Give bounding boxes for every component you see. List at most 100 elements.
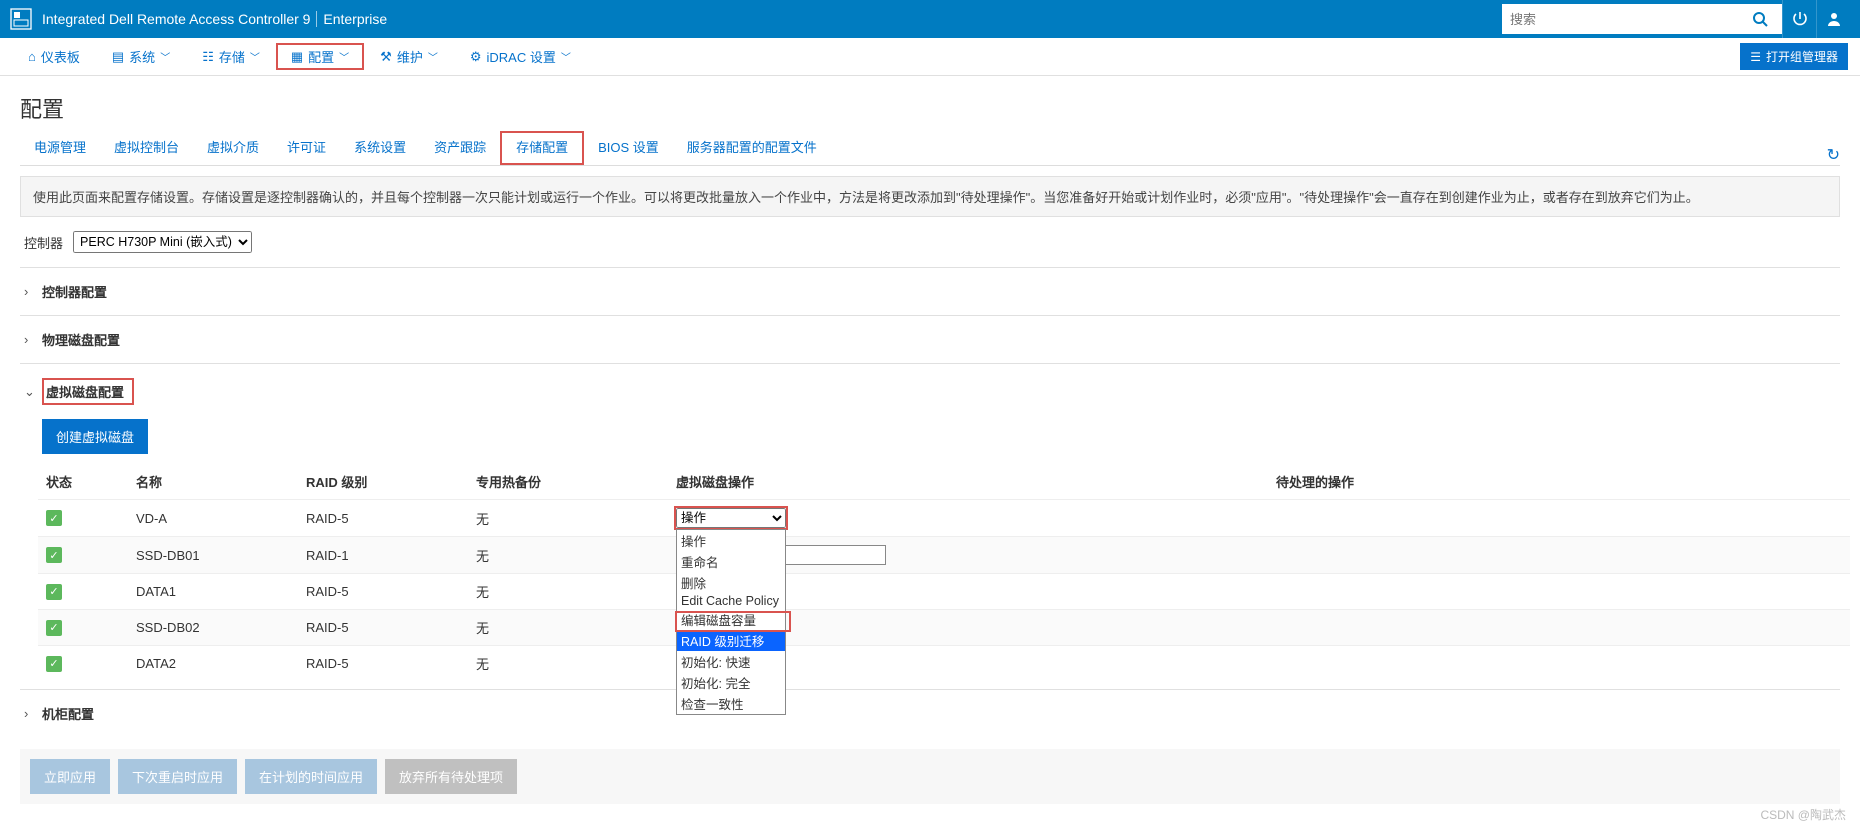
section-title: 控制器配置 (42, 282, 107, 301)
chevron-right-icon: › (24, 706, 42, 721)
vd-spare: 无 (476, 509, 676, 528)
apply-now-button[interactable]: 立即应用 (30, 759, 110, 794)
content: 配置 电源管理 虚拟控制台 虚拟介质 许可证 系统设置 资产跟踪 存储配置 BI… (0, 76, 1860, 824)
dd-item-init-fast[interactable]: 初始化: 快速 (677, 651, 785, 672)
table-row: ✓ DATA2 RAID-5 无 (38, 645, 1850, 681)
app-title-main: Integrated Dell Remote Access Controller… (42, 11, 310, 27)
dd-item-edit-cap[interactable]: 编辑磁盘容量 (677, 609, 785, 630)
nav-dashboard[interactable]: ⌂仪表板 (12, 38, 96, 76)
dd-item-edit-cache[interactable]: Edit Cache Policy (677, 593, 785, 609)
highlight-box: ▦配置﹀ (276, 43, 364, 70)
table-row: ✓ DATA1 RAID-5 无 (38, 573, 1850, 609)
section-header-phys[interactable]: › 物理磁盘配置 (24, 324, 1836, 355)
table-row: ✓ SSD-DB02 RAID-5 无 (38, 609, 1850, 645)
config-icon: ▦ (291, 49, 303, 65)
col-status: 状态 (46, 472, 136, 491)
op-select-wrap: 操作 操作 重命名 删除 Edit Cache Policy 编辑磁盘容量 RA… (676, 508, 786, 528)
tab-profile[interactable]: 服务器配置的配置文件 (673, 131, 831, 165)
vd-name: SSD-DB01 (136, 548, 306, 563)
section-enclosure: › 机柜配置 (20, 689, 1840, 737)
status-ok-icon: ✓ (46, 620, 62, 636)
section-title: 机柜配置 (42, 704, 94, 723)
chevron-down-icon: ﹀ (160, 49, 170, 64)
status-ok-icon: ✓ (46, 510, 62, 526)
vd-raid: RAID-5 (306, 511, 476, 526)
tab-license[interactable]: 许可证 (273, 131, 340, 165)
app-title: Integrated Dell Remote Access Controller… (42, 11, 387, 27)
tab-storage[interactable]: 存储配置 (500, 131, 584, 165)
chevron-right-icon: › (24, 332, 42, 347)
vd-spare: 无 (476, 654, 676, 673)
tab-bios[interactable]: BIOS 设置 (584, 131, 673, 165)
apply-sched-button[interactable]: 在计划的时间应用 (245, 759, 377, 794)
nav-storage[interactable]: ☷存储﹀ (186, 38, 276, 76)
section-header-controller[interactable]: › 控制器配置 (24, 276, 1836, 307)
vd-name: SSD-DB02 (136, 620, 306, 635)
status-ok-icon: ✓ (46, 656, 62, 672)
section-phys-disk: › 物理磁盘配置 (20, 315, 1840, 363)
section-header-enclosure[interactable]: › 机柜配置 (24, 698, 1836, 729)
top-bar: Integrated Dell Remote Access Controller… (0, 0, 1860, 38)
vd-raid: RAID-5 (306, 584, 476, 599)
tab-asset[interactable]: 资产跟踪 (420, 131, 500, 165)
search-button[interactable] (1752, 11, 1782, 27)
controller-select[interactable]: PERC H730P Mini (嵌入式) (73, 231, 252, 253)
vd-name: VD-A (136, 511, 306, 526)
user-icon[interactable] (1816, 0, 1850, 38)
app-edition: Enterprise (316, 11, 387, 27)
refresh-icon[interactable]: ↻ (1827, 145, 1840, 165)
info-box: 使用此页面来配置存储设置。存储设置是逐控制器确认的，并且每个控制器一次只能计划或… (20, 176, 1840, 217)
dd-item-init-full[interactable]: 初始化: 完全 (677, 672, 785, 693)
search-input[interactable] (1502, 4, 1752, 34)
chevron-down-icon: ⌄ (24, 384, 42, 400)
discard-button[interactable]: 放弃所有待处理项 (385, 759, 517, 794)
col-pending: 待处理的操作 (1276, 472, 1566, 491)
table-row: ✓ SSD-DB01 RAID-1 无 (38, 536, 1850, 573)
col-op: 虚拟磁盘操作 (676, 472, 1276, 491)
group-icon: ☰ (1750, 50, 1761, 64)
power-icon[interactable] (1782, 0, 1816, 38)
create-vd-button[interactable]: 创建虚拟磁盘 (42, 419, 148, 454)
vd-spare: 无 (476, 546, 676, 565)
vd-raid: RAID-5 (306, 620, 476, 635)
nav-maintain[interactable]: ⚒维护﹀ (364, 38, 454, 76)
home-icon: ⌂ (28, 49, 36, 64)
chevron-down-icon: ﹀ (428, 49, 438, 64)
disk-icon: ☷ (202, 49, 214, 65)
dd-item-raid-migrate[interactable]: RAID 级别迁移 (677, 630, 785, 651)
dd-item-check[interactable]: 检查一致性 (677, 693, 785, 714)
col-name: 名称 (136, 472, 306, 491)
section-header-virt[interactable]: ⌄ 虚拟磁盘配置 (24, 372, 1836, 411)
open-group-manager-button[interactable]: ☰打开组管理器 (1740, 43, 1848, 70)
controller-selector-row: 控制器 PERC H730P Mini (嵌入式) (24, 231, 1836, 253)
vd-op-select[interactable]: 操作 (676, 508, 786, 528)
vd-raid: RAID-5 (306, 656, 476, 671)
tab-vmedia[interactable]: 虚拟介质 (193, 131, 273, 165)
footer-bar: 立即应用 下次重启时应用 在计划的时间应用 放弃所有待处理项 (20, 749, 1840, 804)
nav-configure[interactable]: ▦配置﹀ (281, 47, 359, 66)
dd-item-delete[interactable]: 删除 (677, 572, 785, 593)
apply-reboot-button[interactable]: 下次重启时应用 (118, 759, 237, 794)
page-title: 配置 (20, 92, 1840, 124)
status-ok-icon: ✓ (46, 584, 62, 600)
op-dropdown: 操作 重命名 删除 Edit Cache Policy 编辑磁盘容量 RAID … (676, 529, 786, 715)
section-title: 虚拟磁盘配置 (46, 385, 124, 400)
section-virt-disk: ⌄ 虚拟磁盘配置 创建虚拟磁盘 状态 名称 RAID 级别 专用热备份 虚拟磁盘… (20, 363, 1840, 689)
col-spare: 专用热备份 (476, 472, 676, 491)
controller-label: 控制器 (24, 233, 63, 252)
tab-sys[interactable]: 系统设置 (340, 131, 420, 165)
chevron-down-icon: ﹀ (339, 49, 349, 64)
nav-system[interactable]: ▤系统﹀ (96, 38, 186, 76)
server-icon: ▤ (112, 49, 124, 65)
chevron-right-icon: › (24, 284, 42, 299)
maintain-icon: ⚒ (380, 49, 392, 65)
dd-item-op[interactable]: 操作 (677, 530, 785, 551)
tab-power[interactable]: 电源管理 (20, 131, 100, 165)
vd-raid: RAID-1 (306, 548, 476, 563)
tab-vconsole[interactable]: 虚拟控制台 (100, 131, 193, 165)
nav-idrac[interactable]: ⚙iDRAC 设置﹀ (454, 38, 587, 76)
status-ok-icon: ✓ (46, 547, 62, 563)
chevron-down-icon: ﹀ (250, 49, 260, 64)
section-controller-cfg: › 控制器配置 (20, 267, 1840, 315)
dd-item-rename[interactable]: 重命名 (677, 551, 785, 572)
